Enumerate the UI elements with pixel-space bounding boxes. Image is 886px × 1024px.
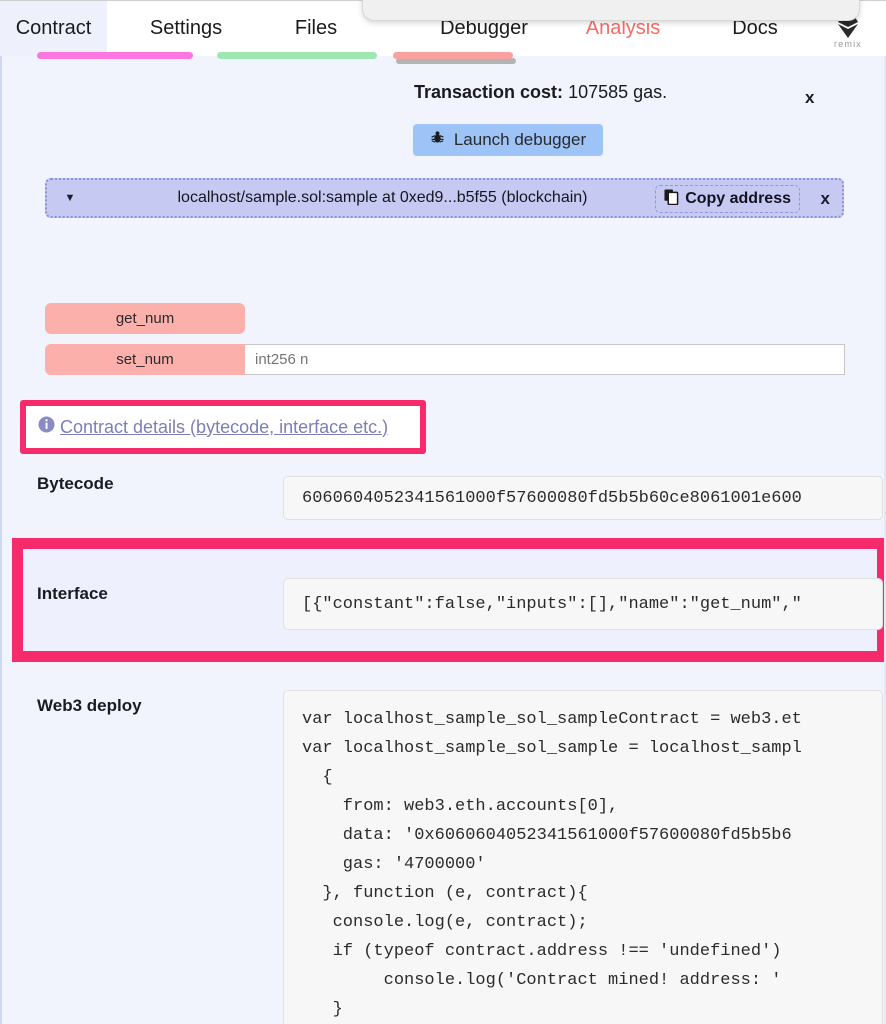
web3-deploy-value[interactable]: var localhost_sample_sol_sampleContract … (283, 690, 883, 1024)
web3-code-line: console.log(e, contract); (302, 913, 588, 932)
contract-instance-bar[interactable]: ▼ localhost/sample.sol:sample at 0xed9..… (45, 178, 844, 218)
transaction-cost: Transaction cost: 107585 gas. (414, 82, 667, 103)
underline-bar-salmon (393, 52, 513, 59)
tab-settings-label: Settings (149, 17, 223, 39)
function-button-get-num[interactable]: get_num (45, 303, 245, 334)
underline-bar-pink (37, 52, 193, 59)
chevron-down-icon[interactable]: ▼ (47, 192, 93, 204)
remix-logo-label: remix (834, 39, 862, 49)
close-transaction-icon[interactable]: x (805, 88, 814, 108)
window-top-rule-left (0, 0, 362, 1)
contract-details-link[interactable]: Contract details (bytecode, interface et… (38, 416, 388, 438)
tab-contract[interactable]: Contract (0, 1, 107, 56)
contract-details-link-label: Contract details (bytecode, interface et… (60, 416, 389, 437)
copy-icon (664, 189, 679, 210)
bytecode-label: Bytecode (37, 474, 114, 493)
bug-icon (430, 130, 445, 150)
web3-code-line: if (typeof contract.address !== 'undefin… (302, 942, 782, 961)
web3-deploy-label: Web3 deploy (37, 696, 142, 715)
copy-address-label: Copy address (685, 190, 791, 207)
close-instance-icon[interactable]: x (821, 189, 830, 209)
web3-code-line: } (302, 1000, 343, 1019)
bytecode-value[interactable]: 6060604052341561000f57600080fd5b5b60ce80… (283, 476, 883, 520)
web3-code-line: var localhost_sample_sol_sampleContract … (302, 710, 802, 729)
web3-code-line: { (302, 768, 333, 787)
transaction-cost-value: 107585 gas. (568, 82, 668, 102)
web3-code-line: console.log('Contract mined! address: ' (302, 971, 782, 990)
web3-code-line: gas: '4700000' (302, 855, 486, 874)
copy-address-button[interactable]: Copy address (655, 185, 800, 213)
function-row-set-num: set_num (45, 344, 845, 375)
tab-settings[interactable]: Settings (131, 1, 241, 56)
interface-value[interactable]: [{"constant":false,"inputs":[],"name":"g… (283, 578, 883, 630)
transaction-cost-label: Transaction cost: (414, 82, 564, 102)
underline-bar-green (217, 52, 377, 59)
web3-code-line: from: web3.eth.accounts[0], (302, 797, 619, 816)
web3-code-line: data: '0x6060604052341561000f57600080fd5… (302, 826, 792, 845)
floating-top-panel (362, 0, 860, 21)
window-top-rule-right (858, 0, 886, 1)
launch-debugger-label: Launch debugger (453, 130, 587, 149)
function-button-set-num[interactable]: set_num (45, 344, 245, 375)
interface-label: Interface (37, 584, 108, 603)
info-icon (38, 416, 55, 438)
tab-contract-label: Contract (15, 17, 92, 39)
tab-files[interactable]: Files (270, 1, 362, 56)
web3-code-line: var localhost_sample_sol_sample = localh… (302, 739, 802, 758)
function-row-get-num: get_num (45, 303, 245, 334)
contract-instance-title: localhost/sample.sol:sample at 0xed9...b… (177, 189, 588, 206)
contract-panel: Transaction cost: 107585 gas. x Launch d… (0, 56, 886, 1024)
tab-files-label: Files (294, 17, 338, 39)
web3-code-line: }, function (e, contract){ (302, 884, 588, 903)
launch-debugger-button[interactable]: Launch debugger (413, 124, 603, 156)
function-input-set-num[interactable] (245, 344, 845, 375)
